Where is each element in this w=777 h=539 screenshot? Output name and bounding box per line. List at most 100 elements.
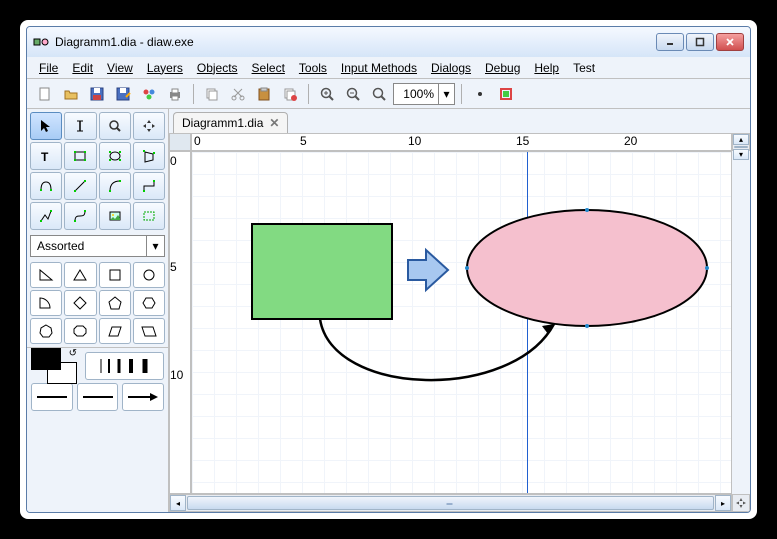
fg-bg-selector[interactable]: ↺ (31, 348, 81, 384)
document-tabs: Diagramm1.dia ✕ (169, 109, 750, 133)
save-button[interactable] (85, 82, 109, 106)
shape-heptagon[interactable] (30, 318, 62, 344)
zoom-field[interactable]: ▾ (393, 83, 455, 105)
close-button[interactable] (716, 33, 744, 51)
diagram-content (192, 152, 731, 493)
shape-square[interactable] (99, 262, 131, 288)
scroll-up-button[interactable]: ▴ (733, 134, 749, 145)
scroll-right-button[interactable]: ▸ (715, 495, 731, 511)
shape-block-arrow[interactable] (408, 250, 448, 290)
menu-select[interactable]: Select (246, 59, 291, 77)
line-width-selector[interactable] (85, 352, 164, 380)
tool-ellipse[interactable] (99, 142, 131, 170)
tool-image[interactable] (99, 202, 131, 230)
tool-outline[interactable] (133, 202, 165, 230)
shape-quarter-circle[interactable] (30, 290, 62, 316)
scroll-down-button[interactable]: ▾ (733, 149, 749, 160)
scrollbar-vertical[interactable]: ▴ ▾ (732, 133, 750, 151)
scroll-thumb-v[interactable] (734, 146, 748, 148)
snap-grid-button[interactable] (468, 82, 492, 106)
main-toolbar: ▾ (27, 79, 750, 109)
shape-rectangle[interactable] (252, 224, 392, 319)
tool-box[interactable] (64, 142, 96, 170)
open-button[interactable] (59, 82, 83, 106)
tool-pointer[interactable] (30, 112, 62, 140)
menu-edit[interactable]: Edit (66, 59, 99, 77)
menu-help[interactable]: Help (528, 59, 565, 77)
ruler-origin[interactable] (169, 133, 191, 151)
menu-dialogs[interactable]: Dialogs (425, 59, 477, 77)
tab-close-icon[interactable]: ✕ (269, 116, 279, 130)
shape-triangle[interactable] (64, 262, 96, 288)
curve-arrow[interactable] (320, 319, 554, 380)
zoom-out-button[interactable] (341, 82, 365, 106)
ruler-horizontal[interactable]: 0 5 10 15 20 (191, 133, 732, 151)
titlebar: Diagramm1.dia - diaw.exe (27, 27, 750, 57)
tool-zigzag[interactable] (133, 172, 165, 200)
shape-parallelogram[interactable] (133, 318, 165, 344)
shape-pentagon[interactable] (99, 290, 131, 316)
new-button[interactable] (33, 82, 57, 106)
menu-layers[interactable]: Layers (141, 59, 189, 77)
canvas[interactable] (191, 151, 732, 494)
tab-diagramm1[interactable]: Diagramm1.dia ✕ (173, 112, 288, 133)
tool-text-edit[interactable] (64, 112, 96, 140)
line-style-selector[interactable] (77, 383, 119, 411)
menu-debug[interactable]: Debug (479, 59, 526, 77)
export-button[interactable] (137, 82, 161, 106)
copy-button[interactable] (200, 82, 224, 106)
sheet-dropdown[interactable]: ▾ (146, 236, 164, 256)
scroll-thumb-h[interactable]: ⎯ (187, 496, 714, 510)
save-as-button[interactable] (111, 82, 135, 106)
minimize-button[interactable] (656, 33, 684, 51)
zoom-in-button[interactable] (315, 82, 339, 106)
fg-color[interactable] (31, 348, 61, 370)
sheet-selector[interactable]: Assorted ▾ (30, 235, 165, 257)
sheet-label: Assorted (31, 239, 146, 253)
shape-hexagon[interactable] (133, 290, 165, 316)
menu-file[interactable]: File (33, 59, 64, 77)
swap-colors-icon[interactable]: ↺ (69, 348, 77, 359)
app-icon (33, 34, 49, 50)
paste-button[interactable] (252, 82, 276, 106)
tool-polygon[interactable] (133, 142, 165, 170)
tool-beziergon[interactable] (30, 172, 62, 200)
tab-label: Diagramm1.dia (182, 116, 263, 130)
shape-right-triangle[interactable] (30, 262, 62, 288)
shape-ellipse[interactable] (467, 210, 707, 326)
menu-objects[interactable]: Objects (191, 59, 244, 77)
tool-line[interactable] (64, 172, 96, 200)
tool-arc[interactable] (99, 172, 131, 200)
svg-text:T: T (41, 150, 49, 164)
shape-circle[interactable] (133, 262, 165, 288)
tool-scroll[interactable] (133, 112, 165, 140)
tool-bezier[interactable] (64, 202, 96, 230)
shape-diamond[interactable] (64, 290, 96, 316)
shape-trapezoid[interactable] (99, 318, 131, 344)
window-title: Diagramm1.dia - diaw.exe (55, 35, 656, 49)
print-button[interactable] (163, 82, 187, 106)
tool-magnify[interactable] (99, 112, 131, 140)
menu-tools[interactable]: Tools (293, 59, 333, 77)
tool-text[interactable]: T (30, 142, 62, 170)
delete-button[interactable] (278, 82, 302, 106)
menu-test[interactable]: Test (567, 59, 601, 77)
zoom-input[interactable] (394, 87, 438, 101)
scrollbar-horizontal[interactable]: ◂ ⎯ ▸ (169, 494, 732, 512)
zoom-fit-button[interactable] (367, 82, 391, 106)
menubar: File Edit View Layers Objects Select Too… (27, 57, 750, 79)
toolbox-sidebar: T Assorted ▾ (27, 109, 169, 512)
nav-button[interactable] (732, 494, 750, 512)
ruler-vertical[interactable]: 0 5 10 (169, 151, 191, 494)
scroll-left-button[interactable]: ◂ (170, 495, 186, 511)
menu-input-methods[interactable]: Input Methods (335, 59, 423, 77)
arrow-end-selector[interactable] (122, 383, 164, 411)
zoom-dropdown[interactable]: ▾ (438, 84, 454, 104)
tool-polyline[interactable] (30, 202, 62, 230)
menu-view[interactable]: View (101, 59, 139, 77)
cut-button[interactable] (226, 82, 250, 106)
arrow-start-selector[interactable] (31, 383, 73, 411)
shape-octagon[interactable] (64, 318, 96, 344)
snap-object-button[interactable] (494, 82, 518, 106)
maximize-button[interactable] (686, 33, 714, 51)
